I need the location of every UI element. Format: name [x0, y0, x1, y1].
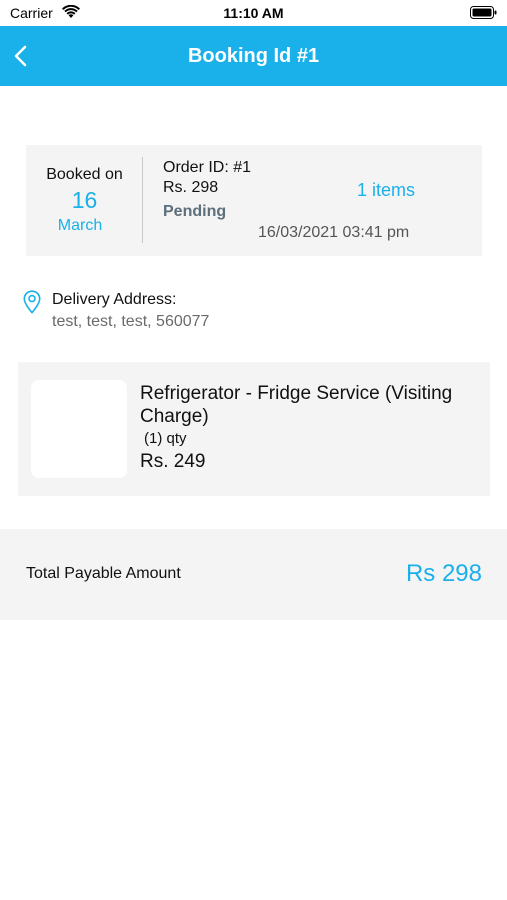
- status-badge: Pending: [163, 203, 227, 220]
- total-bar: Total Payable Amount Rs 298: [0, 529, 507, 620]
- divider: [142, 157, 143, 243]
- booked-day: 16: [71, 187, 98, 213]
- item-qty: (1) qty: [144, 430, 187, 447]
- header-bar: Booking Id #1: [0, 26, 507, 86]
- order-amount: Rs. 298: [163, 179, 219, 196]
- battery-icon: [470, 6, 497, 19]
- booking-summary-card: Booked on 16 March Order ID: #1 Rs. 298 …: [26, 145, 482, 256]
- item-price: Rs. 249: [140, 451, 206, 472]
- item-name: Refrigerator - Fridge Service (Visiting …: [140, 383, 453, 427]
- order-datetime: 16/03/2021 03:41 pm: [258, 224, 410, 241]
- page-title: Booking Id #1: [187, 45, 320, 67]
- status-time: 11:10 AM: [223, 5, 284, 21]
- item-image: [31, 380, 127, 478]
- booked-on-label: Booked on: [46, 166, 123, 183]
- delivery-address-label: Delivery Address:: [52, 291, 177, 308]
- delivery-address-value: test, test, test, 560077: [52, 313, 210, 330]
- items-count-link[interactable]: 1 items: [326, 180, 446, 201]
- booked-month: March: [57, 217, 103, 234]
- order-id: Order ID: #1: [163, 159, 252, 176]
- status-bar: Carrier 11:10 AM: [0, 0, 507, 26]
- list-item: Refrigerator - Fridge Service (Visiting …: [18, 362, 490, 496]
- location-pin-icon: [23, 290, 41, 314]
- total-amount: Rs 298: [405, 560, 482, 587]
- total-label: Total Payable Amount: [26, 565, 181, 582]
